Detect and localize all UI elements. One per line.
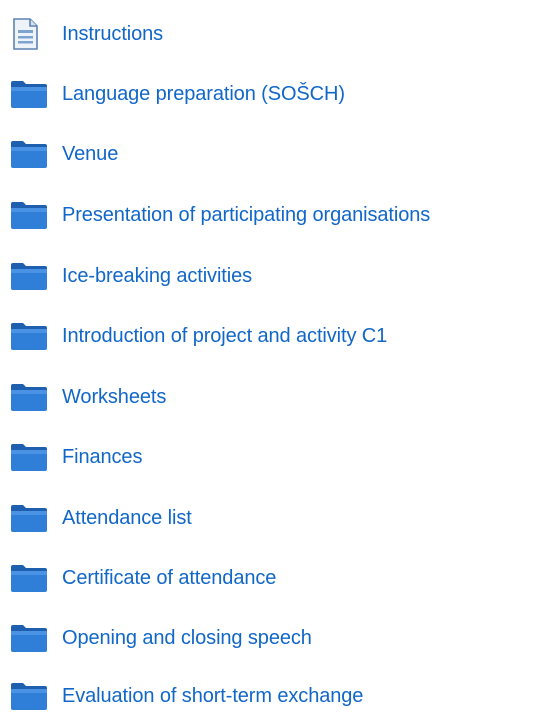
- resource-item-introduction-of-project[interactable]: Introduction of project and activity C1: [10, 316, 387, 356]
- resource-item-certificate-of-attendance[interactable]: Certificate of attendance: [10, 558, 276, 598]
- folder-icon: [10, 680, 50, 712]
- resource-label[interactable]: Language preparation (SOŠCH): [62, 82, 345, 106]
- folder-icon: [10, 502, 50, 534]
- resource-item-evaluation[interactable]: Evaluation of short-term exchange: [10, 676, 363, 716]
- resource-label[interactable]: Opening and closing speech: [62, 626, 312, 650]
- resource-item-attendance-list[interactable]: Attendance list: [10, 498, 192, 538]
- folder-icon: [10, 78, 50, 110]
- folder-icon: [10, 199, 50, 231]
- folder-icon: [10, 622, 50, 654]
- resource-list: Instructions Language preparation (SOŠCH…: [0, 0, 540, 717]
- folder-icon: [10, 138, 50, 170]
- resource-item-worksheets[interactable]: Worksheets: [10, 377, 166, 417]
- resource-item-venue[interactable]: Venue: [10, 134, 118, 174]
- resource-item-language-preparation[interactable]: Language preparation (SOŠCH): [10, 74, 345, 114]
- resource-label[interactable]: Ice-breaking activities: [62, 264, 252, 288]
- resource-item-presentation-of-organisations[interactable]: Presentation of participating organisati…: [10, 195, 430, 235]
- resource-label[interactable]: Introduction of project and activity C1: [62, 324, 387, 348]
- resource-label[interactable]: Attendance list: [62, 506, 192, 530]
- folder-icon: [10, 562, 50, 594]
- resource-label[interactable]: Certificate of attendance: [62, 566, 276, 590]
- resource-label[interactable]: Finances: [62, 445, 142, 469]
- folder-icon: [10, 320, 50, 352]
- resource-item-finances[interactable]: Finances: [10, 437, 142, 477]
- document-icon: [10, 18, 50, 50]
- resource-label[interactable]: Venue: [62, 142, 118, 166]
- resource-item-ice-breaking[interactable]: Ice-breaking activities: [10, 256, 252, 296]
- folder-icon: [10, 381, 50, 413]
- resource-item-opening-closing-speech[interactable]: Opening and closing speech: [10, 618, 312, 658]
- resource-label[interactable]: Worksheets: [62, 385, 166, 409]
- resource-label[interactable]: Evaluation of short-term exchange: [62, 684, 363, 708]
- folder-icon: [10, 260, 50, 292]
- folder-icon: [10, 441, 50, 473]
- resource-label[interactable]: Presentation of participating organisati…: [62, 203, 430, 227]
- resource-label[interactable]: Instructions: [62, 22, 163, 46]
- resource-item-instructions[interactable]: Instructions: [10, 14, 163, 54]
